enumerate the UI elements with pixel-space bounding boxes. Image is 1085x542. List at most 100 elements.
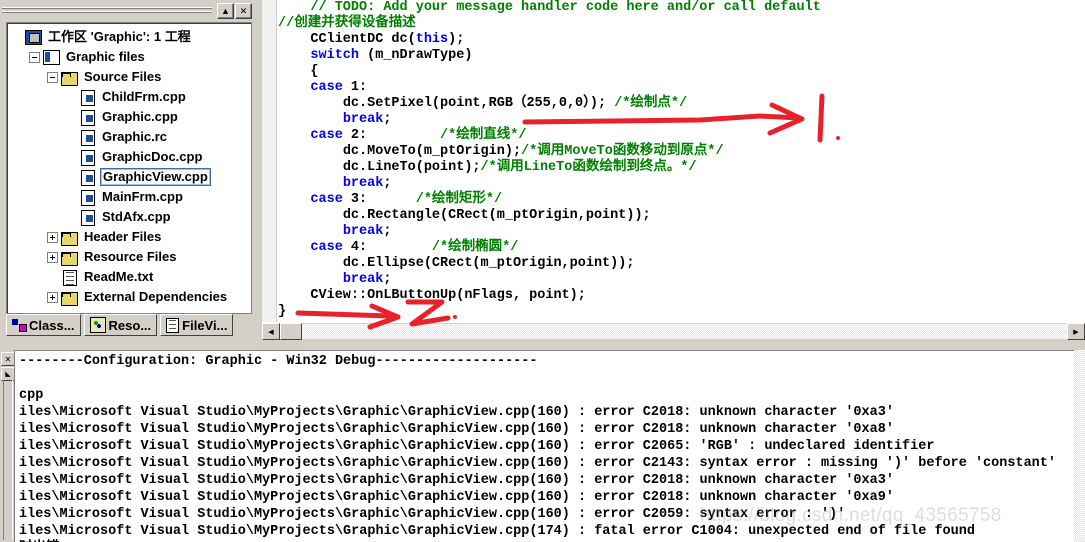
output-vertical-scrollbar[interactable] [1074, 350, 1085, 542]
cpp-file-icon [79, 189, 96, 206]
code-line: dc.SetPixel(point,RGB（255,0,0）); /*绘制点*/ [278, 96, 1085, 112]
code-token: ; [383, 272, 392, 287]
workspace-drag-grip[interactable] [2, 5, 212, 17]
output-pane-controls: ✕ ◣ [0, 350, 15, 542]
workspace-tab-label: Reso... [108, 317, 152, 333]
expander-plus-icon[interactable] [47, 291, 58, 303]
output-scroll-up-icon[interactable]: ◣ [1, 367, 15, 381]
editor-horizontal-scrollbar[interactable]: ◀ ▶ [262, 322, 1085, 340]
scroll-right-icon[interactable]: ▶ [1067, 323, 1085, 340]
close-icon[interactable]: ✕ [235, 3, 252, 19]
output-scroll-track[interactable] [3, 380, 13, 540]
code-token: ; [383, 112, 392, 127]
tree-item-label: MainFrm.cpp [102, 189, 183, 204]
output-close-icon[interactable]: ✕ [1, 352, 15, 366]
tree-item[interactable]: ReadMe.txt [11, 267, 251, 287]
class-view-icon [12, 318, 27, 332]
folder-icon-shape [61, 71, 78, 86]
tree-item-label: Resource Files [84, 249, 177, 264]
tree-item[interactable]: Header Files [11, 227, 251, 247]
tree-expander-placeholder [65, 172, 76, 183]
code-token: break [342, 272, 384, 287]
tree-item[interactable]: 工作区 'Graphic': 1 工程 [11, 27, 251, 47]
cpp-file-icon-shape [81, 169, 95, 186]
code-line: // TODO: Add your message handler code h… [278, 0, 1085, 16]
expander-minus-icon[interactable] [29, 51, 40, 63]
scrollbar-track[interactable] [302, 324, 1067, 339]
code-token: 2: [342, 128, 368, 143]
editor-code-text[interactable]: // TODO: Add your message handler code h… [278, 0, 1085, 320]
code-token: case [310, 240, 343, 255]
tree-item[interactable]: GraphicView.cpp [11, 167, 251, 187]
expander-plus-icon[interactable] [47, 251, 58, 263]
workspace-icon-shape [25, 29, 42, 45]
expander-minus-icon[interactable] [47, 71, 58, 83]
tree-item[interactable]: ChildFrm.cpp [11, 87, 251, 107]
code-token: 1: [342, 80, 368, 95]
code-token: dc.Ellipse(CRect(m_ptOrigin,point)); [342, 256, 635, 271]
code-line: { [278, 64, 1085, 80]
code-line: case 3: /*绘制矩形*/ [278, 192, 1085, 208]
project-icon-shape [43, 49, 60, 65]
tree-item[interactable]: External Dependencies [11, 287, 251, 307]
cpp-file-icon [79, 209, 96, 226]
tree-item[interactable]: Source Files [11, 67, 251, 87]
tree-item-label: Graphic.rc [102, 129, 168, 144]
cpp-file-icon-shape [81, 129, 95, 146]
tree-item[interactable]: Resource Files [11, 247, 251, 267]
workspace-tab-1[interactable]: Class... [6, 314, 81, 336]
workspace-tab-label: FileVi... [182, 317, 228, 333]
tree-item[interactable]: Graphic.cpp [11, 107, 251, 127]
code-token: case [310, 128, 343, 143]
workspace-tab-3[interactable]: FileVi... [160, 314, 234, 336]
tree-item-label: ReadMe.txt [84, 269, 154, 284]
code-line: case 4: /*绘制椭圆*/ [278, 240, 1085, 256]
code-line: //创建并获得设备描述 [278, 16, 1085, 32]
tree-item-label: 工作区 'Graphic': 1 工程 [48, 29, 191, 44]
folder-icon [61, 70, 78, 86]
scroll-left-icon[interactable]: ◀ [262, 323, 280, 340]
tree-expander-placeholder [65, 152, 76, 163]
cpp-file-icon-shape [81, 89, 95, 106]
tree-item[interactable]: StdAfx.cpp [11, 207, 251, 227]
code-line: CClientDC dc(this); [278, 32, 1085, 48]
code-token: /*调用LineTo函数绘制到终点。*/ [480, 160, 697, 175]
code-line: case 1: [278, 80, 1085, 96]
code-token: ; [383, 176, 392, 191]
tree-item[interactable]: GraphicDoc.cpp [11, 147, 251, 167]
workspace-tab-2[interactable]: Reso... [83, 314, 158, 336]
tree-item[interactable]: MainFrm.cpp [11, 187, 251, 207]
cpp-file-icon [79, 149, 96, 166]
file-view-tree[interactable]: 工作区 'Graphic': 1 工程 Graphic files Source F… [6, 22, 252, 314]
file-view-icon [166, 317, 180, 333]
scrollbar-thumb[interactable] [280, 323, 302, 340]
tree-expander-placeholder [65, 92, 76, 103]
horizontal-splitter[interactable] [0, 340, 1085, 350]
code-token: dc.MoveTo(m_ptOrigin); [342, 144, 522, 159]
expander-plus-icon[interactable] [47, 231, 58, 243]
cpp-file-icon [79, 109, 96, 126]
txt-file-icon-shape [63, 269, 77, 286]
code-token: dc.SetPixel(point,RGB（255,0,0）); [342, 96, 615, 111]
tree-item-label: StdAfx.cpp [102, 209, 171, 224]
output-line: --------Configuration: Graphic - Win32 D… [19, 354, 538, 369]
tree-item[interactable]: Graphic.rc [11, 127, 251, 147]
code-token: } [278, 304, 287, 319]
code-token: dc.Rectangle(CRect(m_ptOrigin,point)); [342, 208, 651, 223]
tree-item[interactable]: Graphic files [11, 47, 251, 67]
output-line: iles\Microsoft Visual Studio\MyProjects\… [19, 405, 894, 420]
minimize-icon[interactable]: ▲ [217, 3, 234, 19]
code-token: break [342, 224, 384, 239]
code-editor-pane[interactable]: // TODO: Add your message handler code h… [262, 0, 1085, 340]
